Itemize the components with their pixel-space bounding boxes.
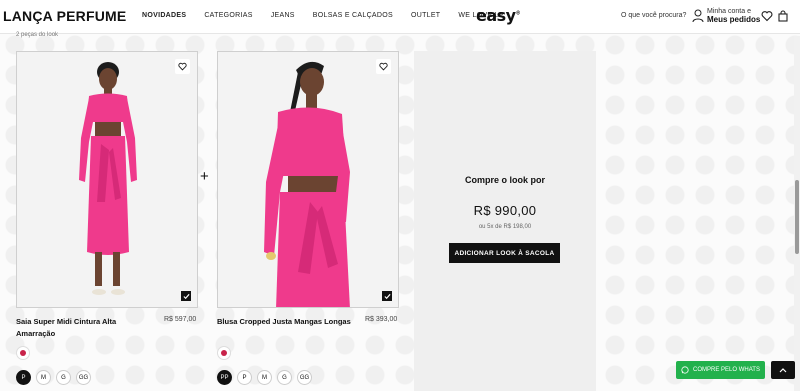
size-options-skirt: P M G GG — [16, 370, 96, 385]
whatsapp-buy-button[interactable]: COMPRE PELO WHATS — [676, 361, 765, 379]
select-checkbox-skirt[interactable] — [181, 291, 191, 301]
wishlist-button-skirt[interactable] — [175, 59, 190, 74]
look-total-price: R$ 990,00 — [473, 203, 537, 218]
whatsapp-icon — [681, 366, 689, 374]
product-card-skirt[interactable] — [16, 51, 198, 308]
product-name-skirt[interactable]: Saia Super Midi Cintura Alta Amarração — [16, 316, 156, 340]
product-price-blouse: R$ 393,00 — [365, 316, 398, 323]
bag-icon[interactable] — [777, 10, 789, 22]
size-option-g[interactable]: G — [56, 370, 71, 385]
size-option-pp[interactable]: PP — [217, 370, 232, 385]
product-image-blouse — [218, 52, 398, 307]
product-card-blouse[interactable] — [217, 51, 399, 308]
size-option-m[interactable]: M — [257, 370, 272, 385]
easy-logo[interactable]: easy® — [476, 6, 521, 25]
search-input[interactable]: O que você procura? — [621, 12, 686, 19]
brand-name[interactable]: LANÇA PERFUME — [3, 8, 126, 24]
scrollbar-thumb[interactable] — [795, 180, 799, 254]
logo-mark: ® — [515, 10, 521, 17]
color-swatch-blouse[interactable] — [217, 346, 231, 360]
size-option-m[interactable]: M — [36, 370, 51, 385]
size-option-gg[interactable]: GG — [297, 370, 312, 385]
nav-item-novidades[interactable]: NOVIDADES — [142, 12, 186, 19]
product-price-skirt: R$ 597,00 — [164, 316, 197, 323]
color-swatch-skirt[interactable] — [16, 346, 30, 360]
select-checkbox-blouse[interactable] — [382, 291, 392, 301]
back-to-top-button[interactable] — [771, 361, 795, 379]
size-option-p[interactable]: P — [237, 370, 252, 385]
account-line2: Meus pedidos — [707, 15, 761, 24]
nav-item-categorias[interactable]: CATEGORIAS — [204, 12, 252, 19]
site-header: LANÇA PERFUME NOVIDADES CATEGORIAS JEANS… — [0, 0, 800, 34]
plus-separator: + — [200, 168, 209, 185]
product-image-skirt — [17, 52, 197, 307]
account-icon[interactable] — [692, 9, 704, 23]
logo-text: easy — [476, 6, 516, 25]
size-option-gg[interactable]: GG — [76, 370, 91, 385]
size-option-g[interactable]: G — [277, 370, 292, 385]
account-link[interactable]: Minha conta e Meus pedidos — [707, 8, 760, 24]
installments-text: ou 5x de R$ 198,00 — [478, 224, 532, 230]
whatsapp-label: COMPRE PELO WHATS — [693, 367, 760, 373]
wishlist-button-blouse[interactable] — [376, 59, 391, 74]
product-name-blouse[interactable]: Blusa Cropped Justa Mangas Longas — [217, 316, 357, 328]
nav-item-bolsas-e-calcados[interactable]: BOLSAS E CALÇADOS — [313, 12, 393, 19]
main-nav: NOVIDADES CATEGORIAS JEANS BOLSAS E CALÇ… — [142, 12, 522, 19]
pieces-count-label: 2 peças do look — [16, 32, 59, 38]
size-option-p[interactable]: P — [16, 370, 31, 385]
buy-look-panel: Compre o look por R$ 990,00 ou 5x de R$ … — [414, 51, 596, 391]
heart-icon[interactable] — [761, 10, 773, 22]
nav-item-jeans[interactable]: JEANS — [271, 12, 295, 19]
nav-item-outlet[interactable]: OUTLET — [411, 12, 440, 19]
check-icon — [383, 293, 391, 299]
check-icon — [182, 293, 190, 299]
heart-icon — [178, 62, 187, 71]
buy-look-title: Compre o look por — [464, 175, 545, 185]
chevron-up-icon — [779, 368, 787, 373]
size-options-blouse: PP P M G GG — [217, 370, 317, 385]
heart-icon — [379, 62, 388, 71]
add-look-to-bag-button[interactable]: ADICIONAR LOOK À SACOLA — [449, 243, 560, 263]
